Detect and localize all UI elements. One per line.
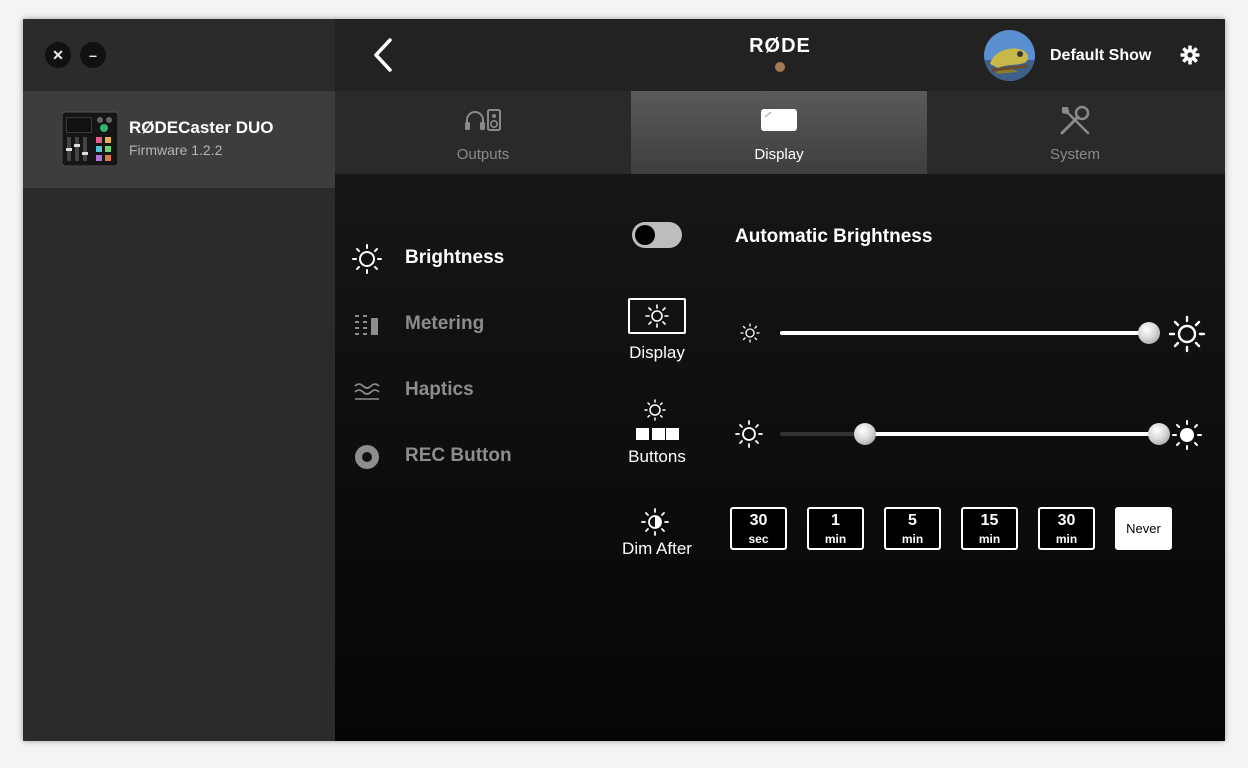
submenu-brightness[interactable]: Brightness xyxy=(351,241,591,277)
header: RØDE Default Show xyxy=(335,19,1225,91)
submenu-rec-button[interactable]: REC Button xyxy=(351,439,591,475)
sun-small-icon xyxy=(740,323,760,343)
close-window-button[interactable]: ✕ xyxy=(45,42,71,68)
sun-medium-icon xyxy=(735,420,763,448)
rode-logo: RØDE xyxy=(749,35,811,57)
rodecaster-device-icon xyxy=(62,111,118,166)
buttons-brightness-icon xyxy=(636,399,679,440)
tab-bar: Outputs Display System xyxy=(335,91,1225,174)
dim-option-5-min[interactable]: 5 min xyxy=(884,507,941,550)
dim-option-unit: min xyxy=(824,532,847,546)
haptics-icon xyxy=(354,383,380,400)
tab-display-label: Display xyxy=(754,146,804,163)
dim-option-value: 1 xyxy=(831,512,840,529)
dim-option-value: 15 xyxy=(980,512,999,529)
dim-option-value: 30 xyxy=(1057,512,1076,529)
dim-option-unit: min xyxy=(1055,532,1078,546)
slider-fill xyxy=(780,331,1149,335)
tools-icon xyxy=(1060,105,1090,135)
dim-option-unit: sec xyxy=(748,532,769,546)
buttons-label: Buttons xyxy=(628,447,686,466)
sidebar: ✕ – RØDECaster DUO Firmware 1.2.2 xyxy=(23,19,335,741)
device-item[interactable]: RØDECaster DUO Firmware 1.2.2 xyxy=(23,91,335,188)
show-avatar[interactable] xyxy=(984,30,1035,81)
tab-system[interactable]: System xyxy=(927,91,1223,174)
chameleon-avatar-icon xyxy=(984,30,1035,81)
tab-system-label: System xyxy=(1049,146,1100,163)
sun-icon xyxy=(352,244,382,274)
submenu-metering-label: Metering xyxy=(405,313,485,334)
dim-option-unit: min xyxy=(978,532,1001,546)
dim-option-30-min[interactable]: 30 min xyxy=(1038,507,1095,550)
submenu-haptics[interactable]: Haptics xyxy=(351,373,591,409)
display-icon xyxy=(761,109,797,131)
slider-handle[interactable] xyxy=(1138,322,1160,344)
show-name[interactable]: Default Show xyxy=(1050,47,1151,65)
status-dot xyxy=(775,62,785,72)
slider-handle-max[interactable] xyxy=(1148,423,1170,445)
dim-half-sun-icon xyxy=(641,508,669,536)
display-brightness-slider[interactable] xyxy=(780,318,1160,348)
dim-option-30-sec[interactable]: 30 sec xyxy=(730,507,787,550)
dim-option-value: Never xyxy=(1126,521,1161,536)
dim-option-1-min[interactable]: 1 min xyxy=(807,507,864,550)
device-name: RØDECaster DUO xyxy=(129,118,274,137)
tab-outputs[interactable]: Outputs xyxy=(335,91,631,174)
rec-icon xyxy=(355,445,379,469)
sun-filled-icon xyxy=(1172,420,1202,450)
slider-fill xyxy=(864,432,1159,436)
firmware-version: Firmware 1.2.2 xyxy=(129,142,223,158)
dim-option-15-min[interactable]: 15 min xyxy=(961,507,1018,550)
tab-outputs-label: Outputs xyxy=(456,146,510,163)
display-label: Display xyxy=(629,343,685,362)
submenu-metering[interactable]: Metering xyxy=(351,307,591,343)
submenu-rec-button-label: REC Button xyxy=(405,445,512,466)
dim-option-never[interactable]: Never xyxy=(1115,507,1172,550)
dim-after-label: Dim After xyxy=(622,539,692,558)
sun-large-icon xyxy=(1168,315,1206,353)
submenu-haptics-label: Haptics xyxy=(405,379,474,400)
back-arrow-icon[interactable] xyxy=(371,37,395,73)
auto-brightness-label: Automatic Brightness xyxy=(735,226,933,247)
buttons-brightness-slider[interactable] xyxy=(780,419,1170,449)
dim-option-value: 5 xyxy=(908,512,917,529)
submenu-brightness-label: Brightness xyxy=(405,247,505,268)
gear-icon[interactable] xyxy=(1180,45,1200,65)
meter-icon xyxy=(355,315,378,335)
tab-display[interactable]: Display xyxy=(631,91,927,174)
headphones-speaker-icon xyxy=(465,109,501,131)
dim-option-value: 30 xyxy=(749,512,768,529)
minimize-window-button[interactable]: – xyxy=(80,42,106,68)
dim-option-unit: min xyxy=(901,532,924,546)
toggle-knob xyxy=(635,225,655,245)
app-window: ✕ – RØDECaster DUO Firmware 1.2.2 RØDE D… xyxy=(23,19,1225,741)
display-brightness-icon xyxy=(628,298,686,334)
auto-brightness-toggle[interactable] xyxy=(632,222,682,248)
slider-handle-min[interactable] xyxy=(853,423,876,445)
main-panel: RØDE Default Show Outputs Display System… xyxy=(335,19,1225,741)
sun-icon xyxy=(645,304,669,328)
